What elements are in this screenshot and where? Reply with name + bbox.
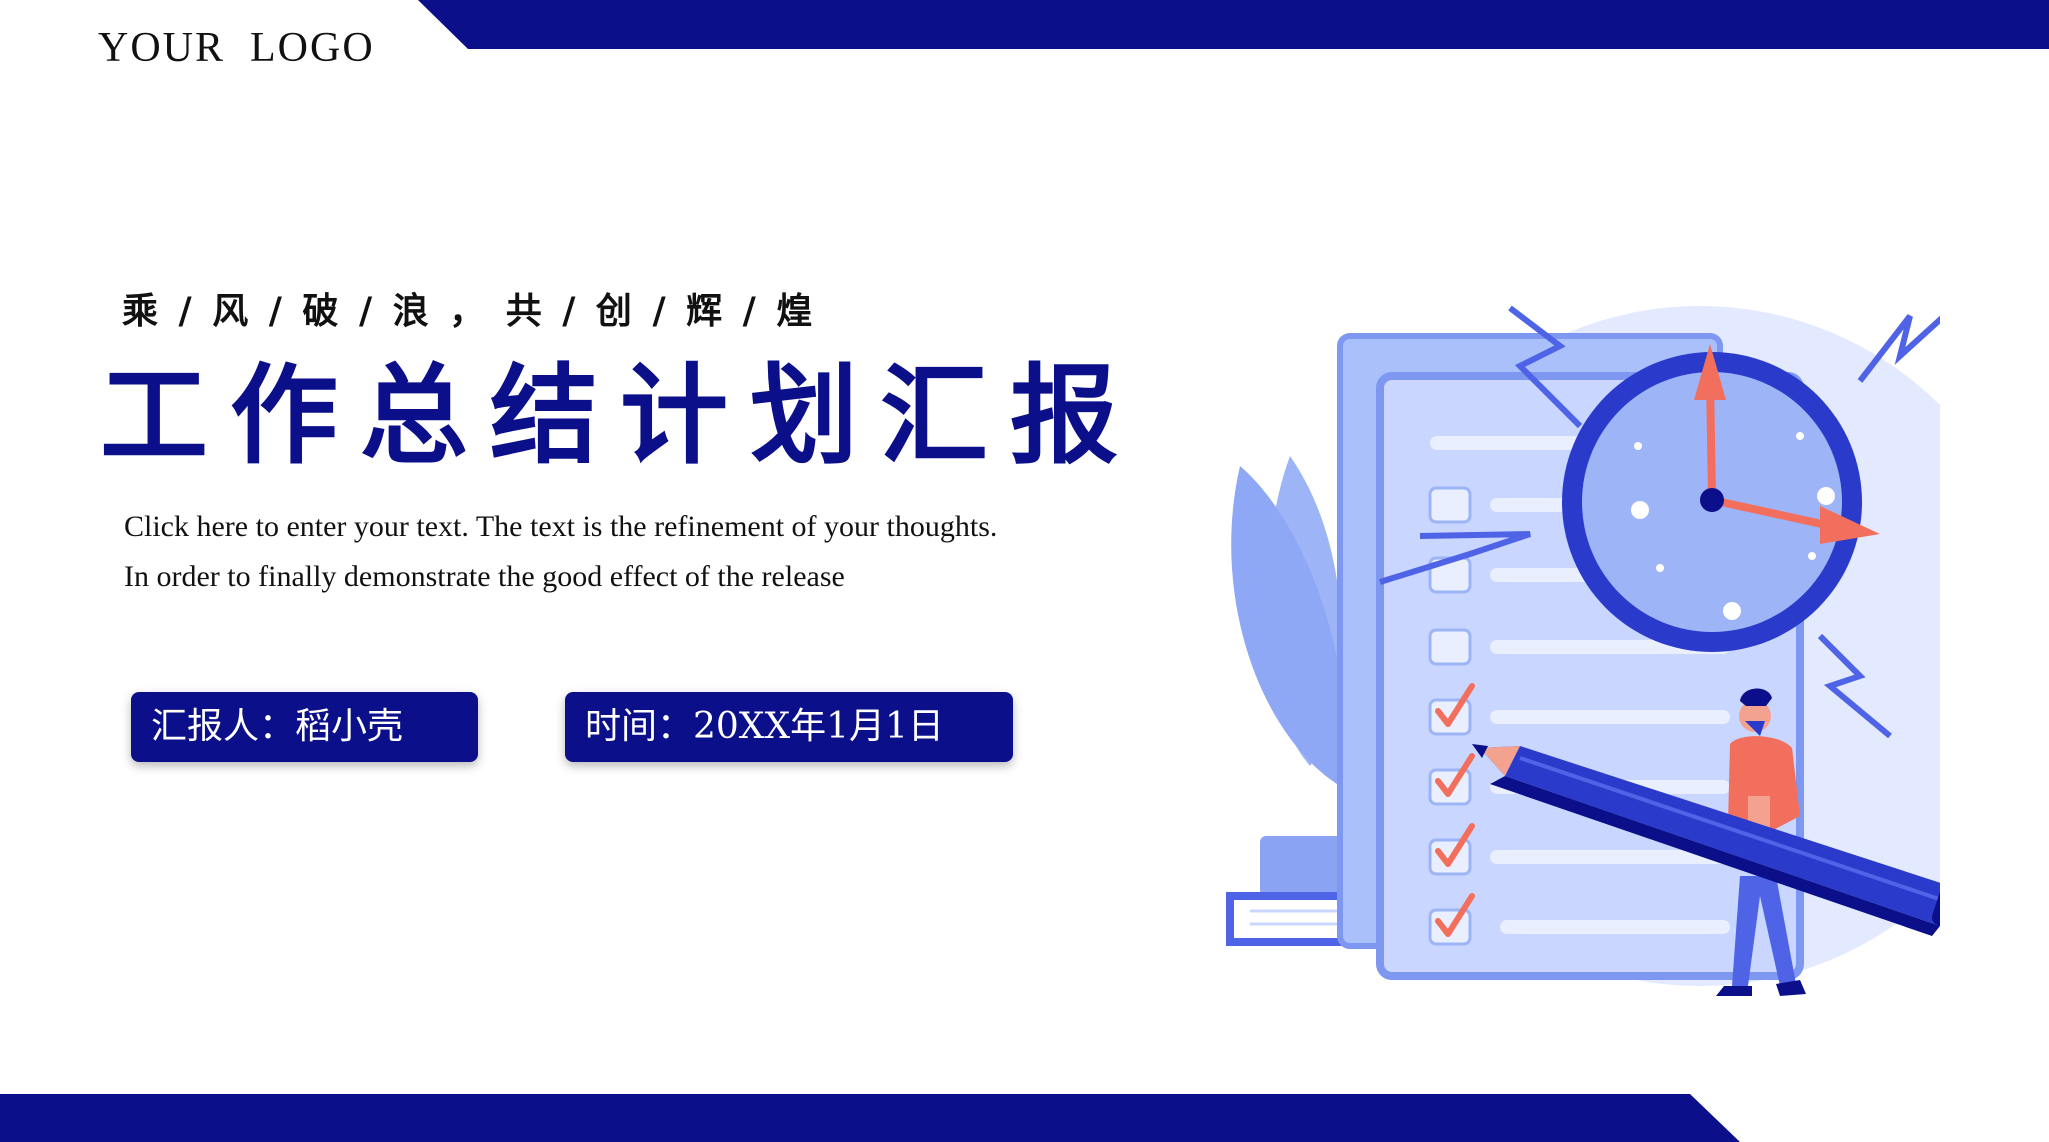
description: Click here to enter your text. The text … [124,502,997,602]
reporter-badge: 汇报人：稻小壳 [131,692,478,762]
checklist-clock-pencil-illustration [1226,305,1940,996]
date-badge: 时间：20XX年1月1日 [565,692,1013,762]
description-line-2: In order to finally demonstrate the good… [124,560,845,593]
page-title: 工作总结计划汇报 [100,354,1141,479]
logo-text: YOUR LOGO [98,25,375,71]
slogan: 乘 / 风 / 破 / 浪 ， 共 / 创 / 辉 / 煌 [122,290,817,332]
description-line-1: Click here to enter your text. The text … [124,510,998,543]
